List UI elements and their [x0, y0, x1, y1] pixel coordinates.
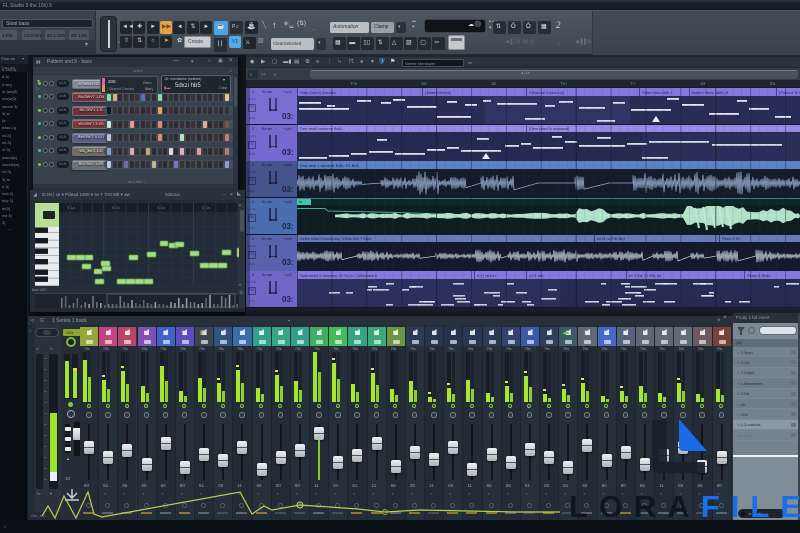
svg-text:5 1a: 5 1a: [112, 205, 121, 210]
svg-text:5 1a: 5 1a: [157, 205, 166, 210]
svg-text:5 1a: 5 1a: [67, 205, 76, 210]
svg-text:5 1a: 5 1a: [202, 205, 211, 210]
